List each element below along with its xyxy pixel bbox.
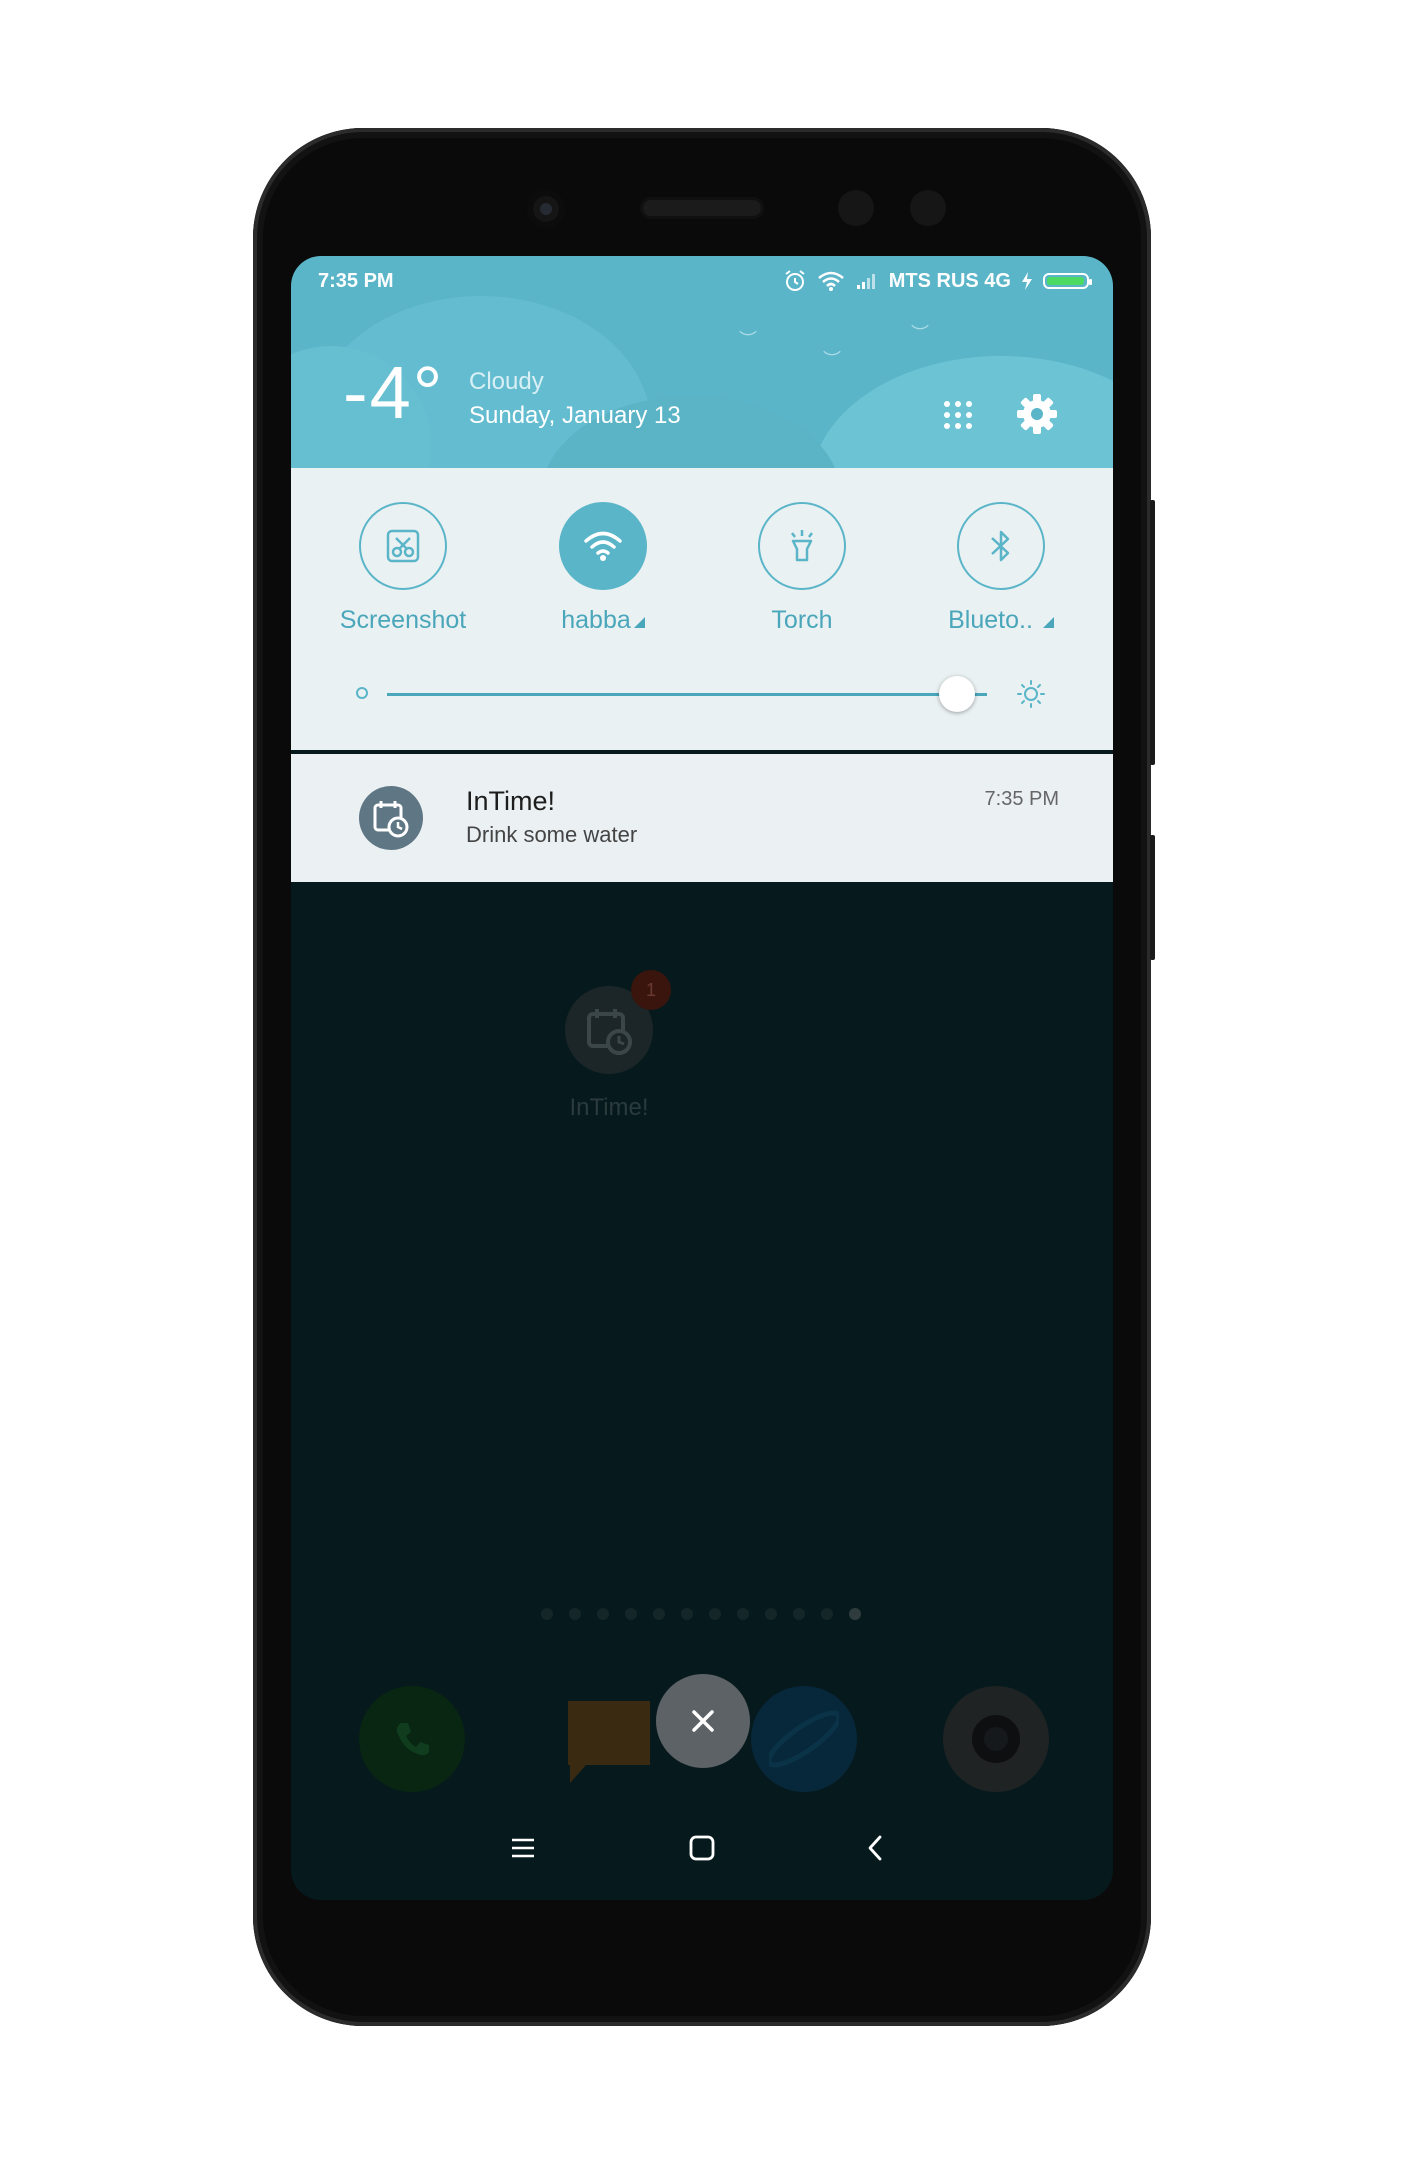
proximity-sensor — [838, 190, 874, 226]
weather-condition: Cloudy — [469, 368, 544, 395]
toggle-circle — [957, 502, 1045, 590]
page-dot — [681, 1608, 693, 1620]
menu-icon — [512, 1838, 534, 1858]
nav-menu-button[interactable] — [503, 1828, 543, 1868]
battery-icon — [1043, 273, 1092, 289]
charging-icon — [1022, 272, 1032, 290]
wifi-icon — [817, 271, 844, 291]
all-toggles-button[interactable] — [941, 398, 975, 432]
shade-header: ︶ ︶ ︶ 7:35 PM MTS RUS 4G -4° Cloudy Sund… — [291, 256, 1113, 468]
notification-card[interactable]: InTime! Drink some water 7:35 PM — [291, 754, 1113, 882]
camera-icon — [943, 1686, 1049, 1792]
quick-settings-panel: Screenshot habba Torch Blueto.. — [291, 468, 1113, 750]
page-dot — [709, 1608, 721, 1620]
browser-icon — [751, 1686, 857, 1792]
notification-time: 7:35 PM — [984, 788, 1059, 810]
notification-title: InTime! — [466, 786, 556, 816]
flashlight-icon — [791, 530, 813, 562]
toggle-torch[interactable]: Torch — [722, 502, 882, 635]
power-button — [1150, 835, 1155, 960]
front-camera — [527, 190, 565, 228]
toggle-circle — [359, 502, 447, 590]
weather-date: Sunday, January 13 — [469, 402, 681, 429]
notification-badge: 1 — [631, 970, 671, 1010]
bird-decoration: ︶ — [911, 324, 929, 344]
toggle-label: Screenshot — [339, 606, 467, 634]
notification-message: Drink some water — [466, 822, 638, 847]
home-square-icon — [689, 1835, 715, 1861]
calendar-clock-icon — [373, 801, 409, 838]
page-dot — [765, 1608, 777, 1620]
close-icon — [692, 1710, 714, 1732]
toggle-circle — [559, 502, 647, 590]
page-dot — [653, 1608, 665, 1620]
signal-icon — [856, 274, 875, 289]
page-dot — [541, 1608, 553, 1620]
page-dot — [793, 1608, 805, 1620]
phone-icon — [359, 1686, 465, 1792]
page-dot — [569, 1608, 581, 1620]
nav-home-button[interactable] — [682, 1828, 722, 1868]
page: 1 InTime! ︶ ︶ ︶ 7:35 PM MTS RUS 4G -4° C… — [0, 0, 1408, 2160]
page-dot — [597, 1608, 609, 1620]
status-time: 7:35 PM — [318, 270, 394, 292]
alarm-icon — [785, 270, 805, 291]
brightness-slider-track[interactable] — [387, 693, 987, 696]
intime-app-icon: 1 — [565, 970, 671, 1074]
grid-icon — [944, 401, 972, 429]
status-icons: MTS RUS 4G — [783, 268, 1092, 294]
page-dot — [821, 1608, 833, 1620]
home-app-intime: 1 InTime! — [559, 970, 671, 1122]
brightness-slider-thumb[interactable] — [939, 676, 975, 712]
home-app-label: InTime! — [569, 1094, 649, 1121]
page-indicator — [541, 1608, 861, 1620]
scissors-icon — [386, 529, 420, 563]
messages-icon — [556, 1686, 662, 1792]
screen: 1 InTime! ︶ ︶ ︶ 7:35 PM MTS RUS 4G -4° C… — [291, 256, 1113, 1900]
bird-decoration: ︶ — [823, 350, 841, 370]
toggle-label: habba — [561, 606, 631, 634]
toggle-screenshot[interactable]: Screenshot — [323, 502, 483, 635]
expand-arrow-icon — [1042, 617, 1054, 628]
gear-icon — [1017, 394, 1057, 434]
wifi-icon — [584, 531, 622, 561]
toggle-label: Torch — [771, 606, 833, 634]
light-sensor — [910, 190, 946, 226]
toggle-bluetooth[interactable]: Blueto.. — [921, 502, 1081, 635]
page-dot — [737, 1608, 749, 1620]
toggle-label: Blueto.. — [948, 606, 1033, 634]
toggle-circle — [758, 502, 846, 590]
nav-back-button[interactable] — [855, 1828, 895, 1868]
page-dot — [849, 1608, 861, 1620]
expand-arrow-icon — [633, 617, 645, 628]
intime-notification-icon — [359, 786, 423, 850]
toggle-wifi[interactable]: habba — [523, 502, 683, 635]
brightness-max-icon — [1015, 678, 1047, 710]
back-icon — [868, 1835, 882, 1861]
close-shade-button[interactable] — [656, 1674, 750, 1768]
bird-decoration: ︶ — [739, 330, 757, 350]
brightness-min-icon — [356, 687, 368, 699]
carrier-label: MTS RUS 4G — [888, 269, 1011, 292]
volume-button — [1150, 500, 1155, 765]
page-dot — [625, 1608, 637, 1620]
earpiece-speaker — [640, 197, 764, 219]
settings-button[interactable] — [1015, 392, 1059, 436]
temperature: -4° — [343, 351, 445, 434]
bluetooth-icon — [991, 530, 1010, 562]
